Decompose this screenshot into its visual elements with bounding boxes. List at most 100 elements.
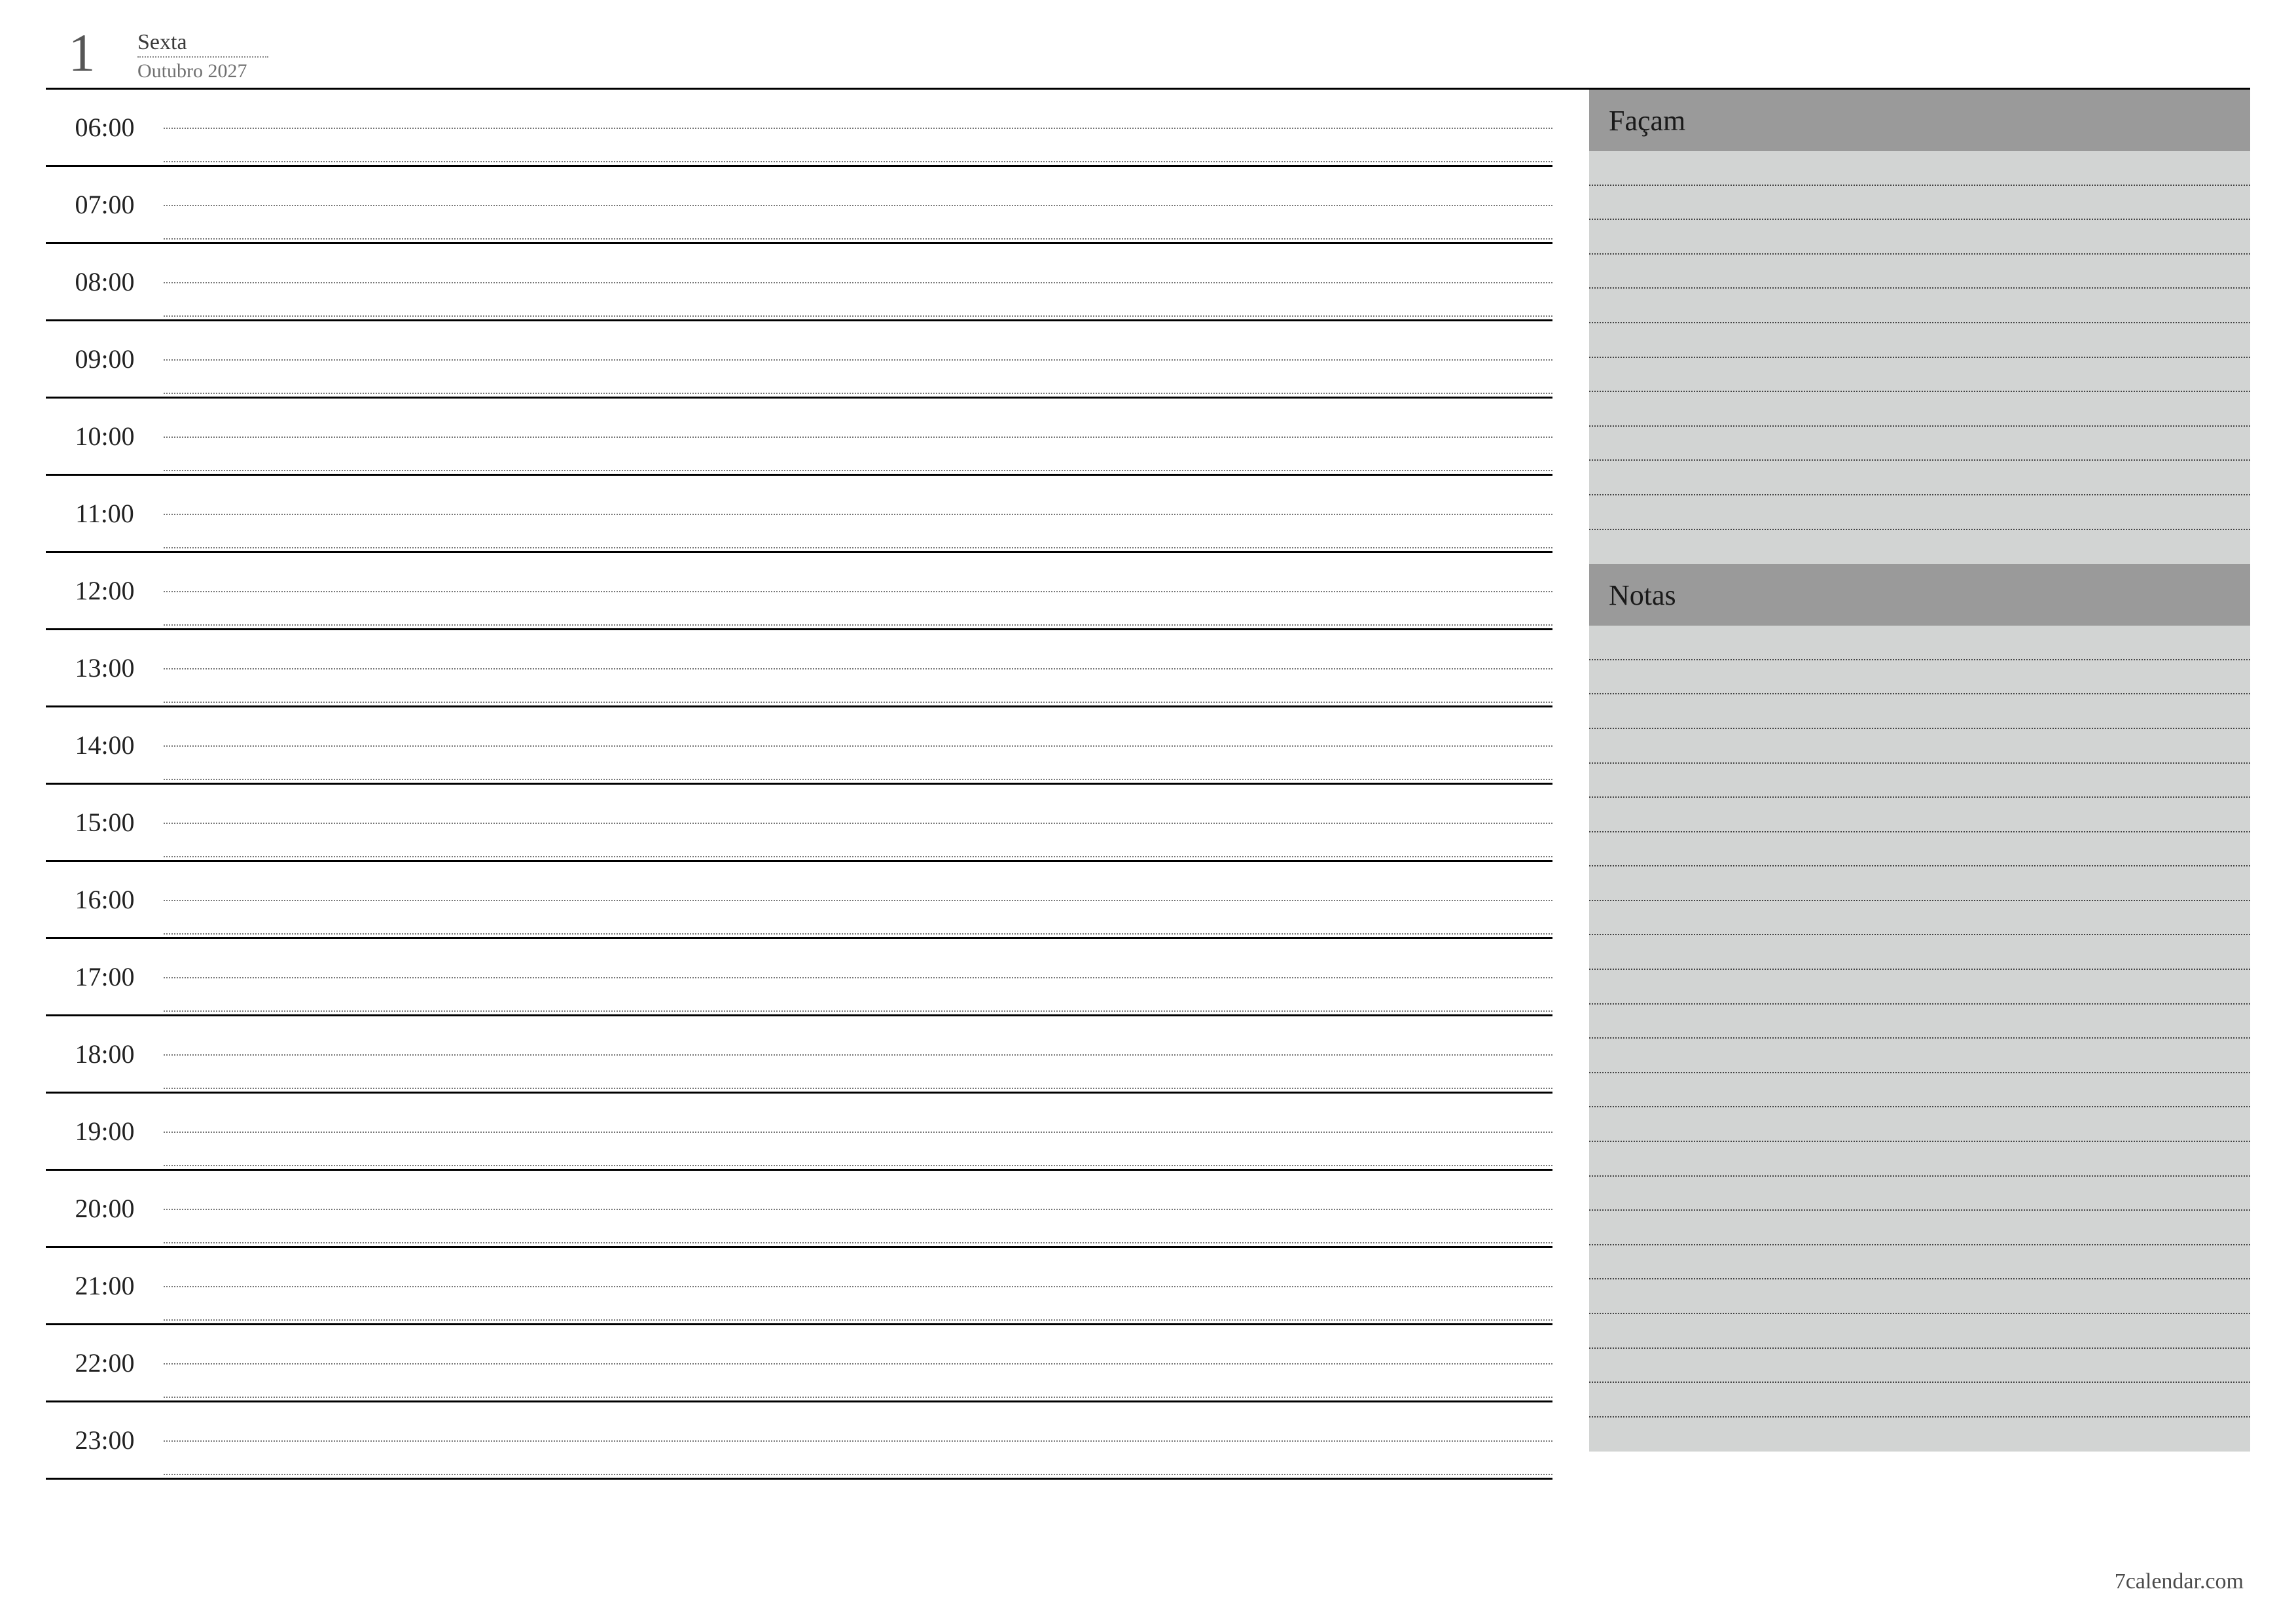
day-number: 1	[52, 26, 111, 80]
hour-write-area	[164, 1094, 1552, 1169]
hour-write-area	[164, 1016, 1552, 1092]
write-line	[1589, 1039, 2250, 1073]
hour-label: 23:00	[46, 1402, 164, 1478]
hour-write-area	[164, 1171, 1552, 1246]
write-line	[1589, 1314, 2250, 1349]
hour-label: 11:00	[46, 476, 164, 551]
hour-label: 15:00	[46, 785, 164, 860]
hour-label: 17:00	[46, 939, 164, 1014]
write-line	[1589, 866, 2250, 901]
hour-label: 22:00	[46, 1325, 164, 1400]
planner-header: 1 Sexta Outubro 2027	[46, 26, 2250, 82]
hour-write-area	[164, 167, 1552, 242]
hour-row: 09:00	[46, 321, 1552, 399]
write-line	[1589, 694, 2250, 729]
write-line	[1589, 832, 2250, 867]
write-line	[1589, 626, 2250, 660]
hour-label: 10:00	[46, 399, 164, 474]
write-line	[1589, 392, 2250, 427]
write-line	[1589, 1005, 2250, 1039]
write-line	[1589, 151, 2250, 186]
hour-write-area	[164, 476, 1552, 551]
hour-label: 19:00	[46, 1094, 164, 1169]
hour-label: 16:00	[46, 862, 164, 937]
hour-write-area	[164, 939, 1552, 1014]
hour-row: 15:00	[46, 785, 1552, 862]
planner-main: 06:0007:0008:0009:0010:0011:0012:0013:00…	[46, 88, 2250, 1480]
notes-panel: Notas	[1589, 564, 2250, 1452]
write-line	[1589, 323, 2250, 358]
hour-label: 09:00	[46, 321, 164, 397]
hour-row: 18:00	[46, 1016, 1552, 1094]
hour-row: 10:00	[46, 399, 1552, 476]
hour-row: 21:00	[46, 1248, 1552, 1325]
hour-write-area	[164, 399, 1552, 474]
schedule-column: 06:0007:0008:0009:0010:0011:0012:0013:00…	[46, 90, 1552, 1480]
hour-label: 14:00	[46, 707, 164, 783]
write-line	[1589, 1383, 2250, 1418]
hour-write-area	[164, 321, 1552, 397]
hour-row: 07:00	[46, 167, 1552, 244]
notes-body	[1589, 626, 2250, 1452]
write-line	[1589, 798, 2250, 832]
hour-write-area	[164, 1402, 1552, 1478]
write-line	[1589, 1418, 2250, 1452]
hour-write-area	[164, 707, 1552, 783]
write-line	[1589, 1142, 2250, 1177]
hour-row: 11:00	[46, 476, 1552, 553]
todo-panel: Façam	[1589, 90, 2250, 564]
hour-write-area	[164, 1325, 1552, 1400]
write-line	[1589, 495, 2250, 530]
footer-credit: 7calendar.com	[2115, 1569, 2244, 1594]
hour-write-area	[164, 90, 1552, 165]
hour-row: 23:00	[46, 1402, 1552, 1480]
hour-row: 17:00	[46, 939, 1552, 1016]
hour-write-area	[164, 553, 1552, 628]
hour-label: 07:00	[46, 167, 164, 242]
hour-row: 22:00	[46, 1325, 1552, 1402]
write-line	[1589, 461, 2250, 495]
hour-row: 13:00	[46, 630, 1552, 707]
hour-row: 20:00	[46, 1171, 1552, 1248]
write-line	[1589, 358, 2250, 393]
write-line	[1589, 1245, 2250, 1280]
write-line	[1589, 1073, 2250, 1108]
sidebar-column: Façam Notas	[1589, 90, 2250, 1480]
hour-label: 20:00	[46, 1171, 164, 1246]
hour-label: 06:00	[46, 90, 164, 165]
hour-label: 21:00	[46, 1248, 164, 1323]
write-line	[1589, 901, 2250, 936]
hour-row: 16:00	[46, 862, 1552, 939]
month-year-label: Outubro 2027	[137, 58, 268, 82]
write-line	[1589, 289, 2250, 323]
hour-row: 19:00	[46, 1094, 1552, 1171]
hour-write-area	[164, 785, 1552, 860]
write-line	[1589, 186, 2250, 221]
weekday-label: Sexta	[137, 30, 268, 58]
hour-label: 13:00	[46, 630, 164, 705]
hour-label: 08:00	[46, 244, 164, 319]
todo-body	[1589, 151, 2250, 564]
write-line	[1589, 1349, 2250, 1383]
write-line	[1589, 1279, 2250, 1314]
write-line	[1589, 530, 2250, 565]
hour-row: 14:00	[46, 707, 1552, 785]
write-line	[1589, 729, 2250, 764]
hour-row: 06:00	[46, 90, 1552, 167]
hour-write-area	[164, 862, 1552, 937]
write-line	[1589, 764, 2250, 798]
write-line	[1589, 427, 2250, 461]
hour-label: 12:00	[46, 553, 164, 628]
write-line	[1589, 220, 2250, 255]
notes-header: Notas	[1589, 564, 2250, 626]
write-line	[1589, 935, 2250, 970]
write-line	[1589, 660, 2250, 695]
write-line	[1589, 255, 2250, 289]
todo-header: Façam	[1589, 90, 2250, 151]
write-line	[1589, 970, 2250, 1005]
day-meta: Sexta Outubro 2027	[137, 26, 268, 82]
write-line	[1589, 1177, 2250, 1211]
write-line	[1589, 1107, 2250, 1142]
hour-write-area	[164, 1248, 1552, 1323]
hour-row: 12:00	[46, 553, 1552, 630]
